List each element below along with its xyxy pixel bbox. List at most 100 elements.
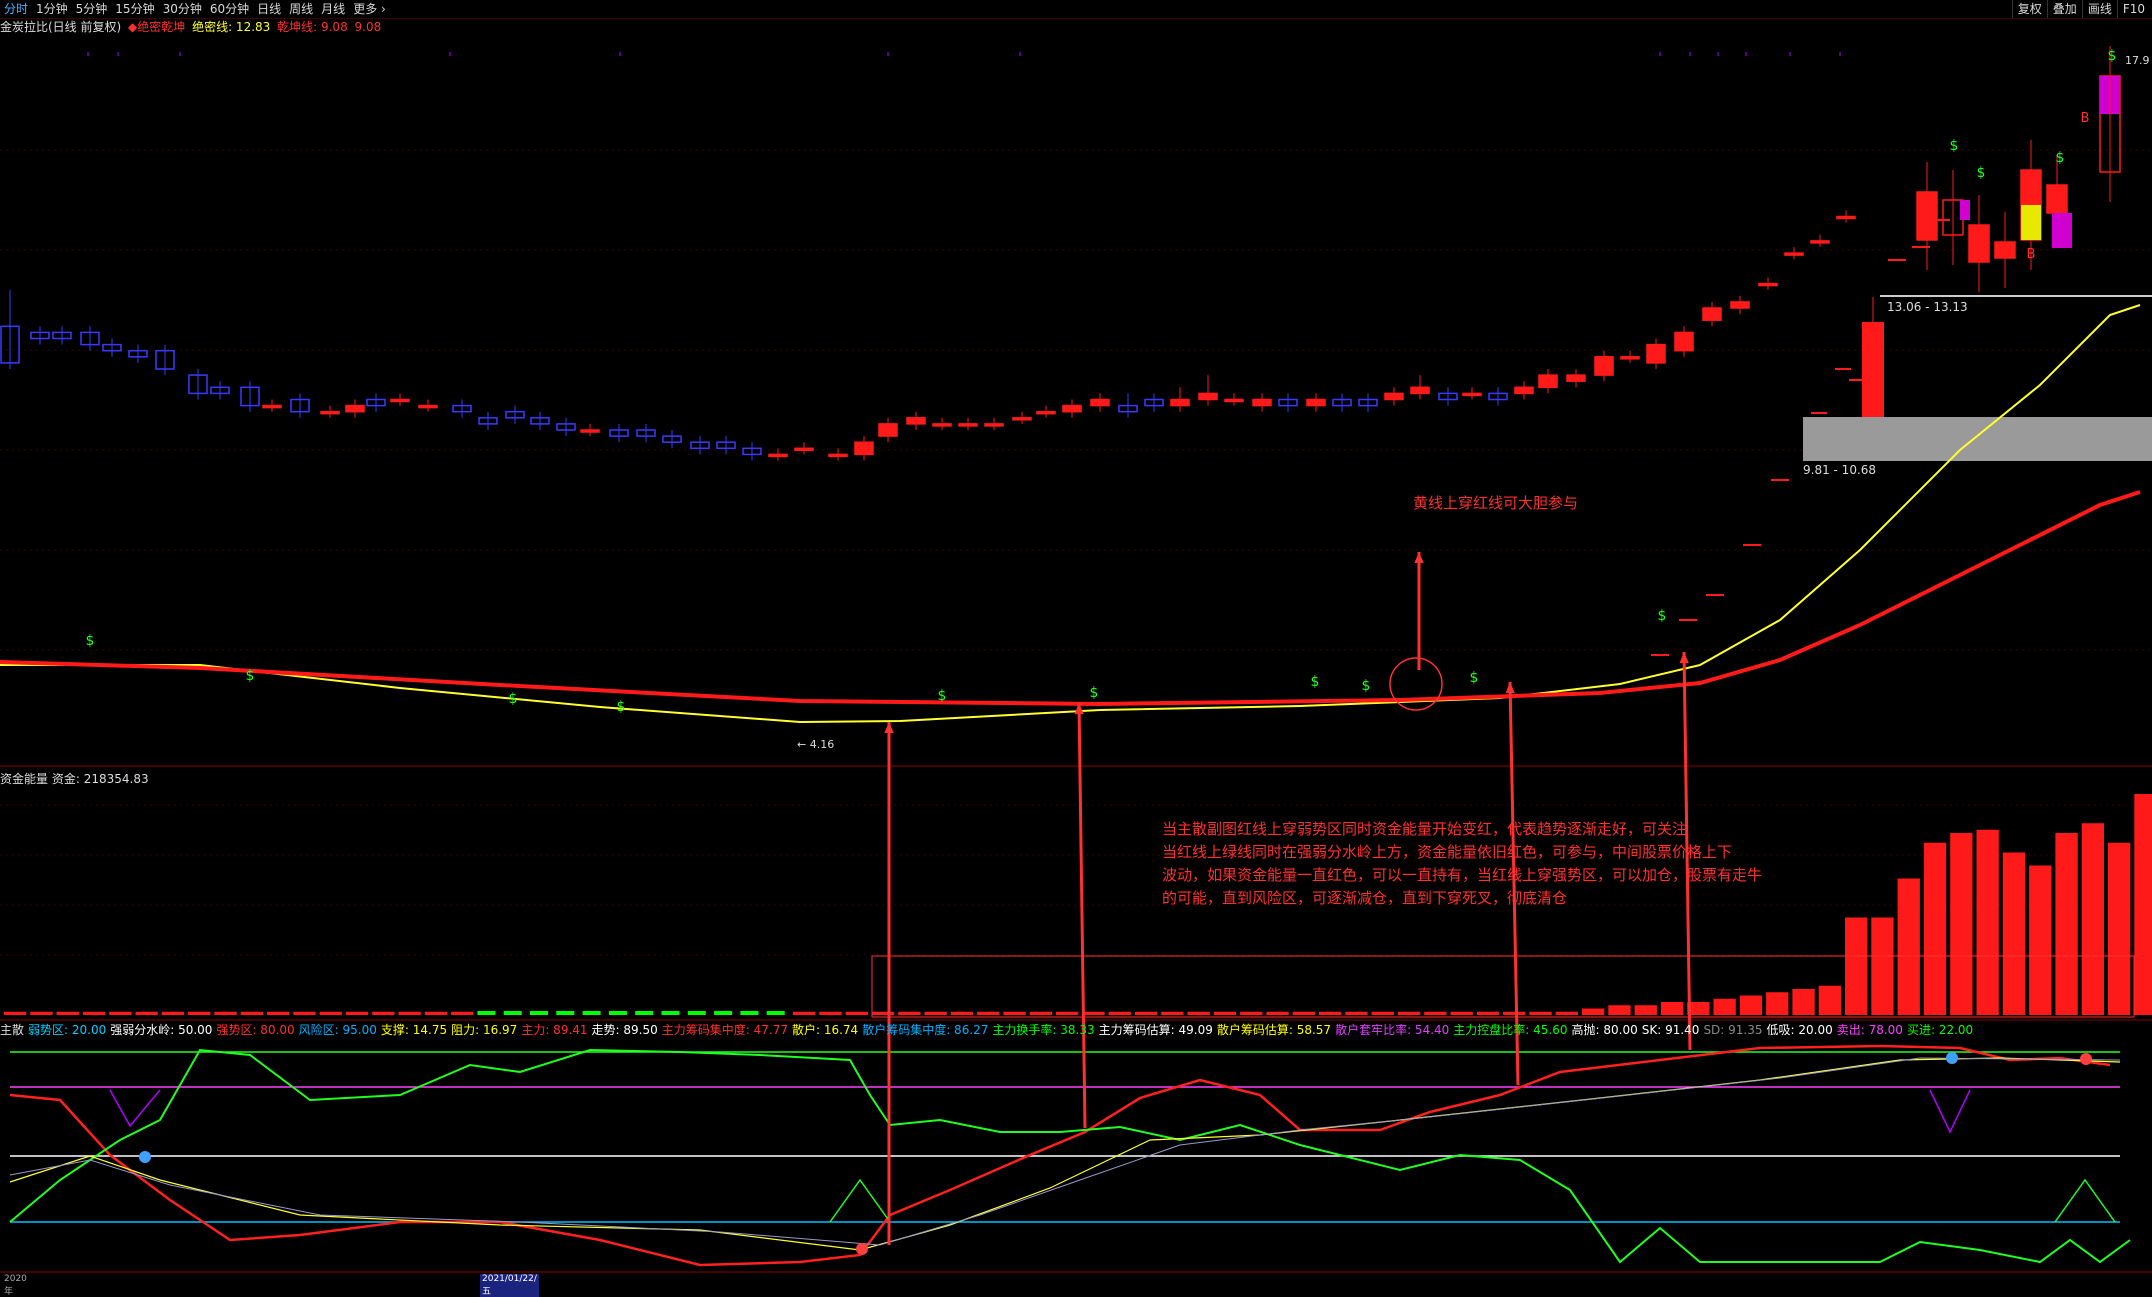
arrow-head xyxy=(884,722,894,734)
toolbar-button[interactable]: F10 xyxy=(2116,0,2150,18)
energy-bar xyxy=(1739,995,1763,1015)
candle-highlight xyxy=(2021,205,2041,240)
indicator-value: 风险区: 95.00 xyxy=(298,1023,377,1037)
energy-bar xyxy=(267,1011,290,1015)
energy-bar xyxy=(1792,989,1815,1015)
candle-body xyxy=(1674,331,1694,352)
buy-signal xyxy=(829,1178,891,1223)
energy-bar xyxy=(1503,1011,1526,1015)
energy-bar xyxy=(556,1011,575,1015)
candle-body xyxy=(1198,392,1218,401)
candle-body xyxy=(1968,224,1990,263)
stock-name: 金炭拉比(日线 前复权) xyxy=(0,20,122,34)
candle-body xyxy=(1514,386,1534,395)
period-tab[interactable]: 日线 xyxy=(253,0,285,18)
candle-body xyxy=(1062,404,1082,413)
low-price-value: 4.16 xyxy=(809,738,835,751)
candle-body xyxy=(958,423,978,427)
dollar-marker: $ xyxy=(1658,608,1667,624)
period-tab[interactable]: 5分钟 xyxy=(72,0,112,18)
candle-body xyxy=(1170,398,1190,407)
period-tab[interactable]: 分时 xyxy=(0,0,32,18)
candle-body xyxy=(1224,398,1244,403)
energy-bar xyxy=(635,1011,654,1015)
dollar-marker: $ xyxy=(1311,674,1320,690)
energy-bar xyxy=(924,1011,947,1015)
period-tab[interactable]: 60分钟 xyxy=(206,0,253,18)
chart-canvas[interactable]: $ $ $ $ $ $ $ $ $ $ $ $ $ $ B B xyxy=(0,0,2152,1283)
candle-body xyxy=(1916,191,1938,241)
candle-body xyxy=(1252,398,1272,407)
period-tab[interactable]: 30分钟 xyxy=(159,0,206,18)
period-tab[interactable]: 月线 xyxy=(317,0,349,18)
candle-body xyxy=(390,398,410,403)
energy-bar xyxy=(1555,1011,1578,1015)
indicator-value: 散户套牢比率: 54.40 xyxy=(1335,1023,1450,1037)
energy-bar xyxy=(1397,1011,1421,1015)
dollar-marker: $ xyxy=(1090,685,1099,701)
energy-bar xyxy=(871,1011,895,1015)
period-tab[interactable]: 周线 xyxy=(285,0,317,18)
cursor-date-label: 2021/01/22/五 xyxy=(480,1274,539,1297)
energy-bar xyxy=(398,1011,421,1015)
indicator-value: 主散 xyxy=(0,1023,25,1037)
dollar-marker: $ xyxy=(2056,150,2065,166)
energy-bar xyxy=(977,1011,1000,1015)
energy-bar xyxy=(109,1011,132,1015)
jm-line-value: 绝密线: 12.83 xyxy=(192,20,271,34)
period-tab[interactable]: 15分钟 xyxy=(111,0,158,18)
energy-bar xyxy=(1187,1011,1210,1015)
candle-body xyxy=(906,417,926,425)
dollar-marker: $ xyxy=(86,633,95,649)
energy-bar xyxy=(687,1011,706,1015)
candle-body xyxy=(1566,374,1586,382)
energy-bar xyxy=(1240,1011,1263,1015)
energy-bar xyxy=(1923,842,1947,1015)
toolbar-button[interactable]: 叠加 xyxy=(2046,0,2082,18)
buy-dot xyxy=(856,1243,868,1255)
qk-line-value: 乾坤线: 9.08 xyxy=(277,20,348,34)
dollar-marker: $ xyxy=(617,699,626,715)
annotation-arrow xyxy=(1077,702,1087,1129)
indicator-value: 低吸: 20.00 xyxy=(1766,1023,1833,1037)
indicator-value: 支撑: 14.75 xyxy=(380,1023,448,1037)
candle-body xyxy=(768,453,788,458)
dollar-marker: $ xyxy=(938,688,947,704)
toolbar-button[interactable]: 画线 xyxy=(2081,0,2117,18)
toolbar-button[interactable]: 复权 xyxy=(2011,0,2047,18)
energy-annotation: 当主散副图红线上穿弱势区同时资金能量开始变红，代表趋势逐渐走好，可关注 当红线上… xyxy=(1162,818,1762,910)
energy-bar xyxy=(1213,1011,1237,1015)
indicator-value: 主力: 89.41 xyxy=(521,1023,588,1037)
indicator-value: SD: 91.35 xyxy=(1703,1023,1763,1037)
energy-bar xyxy=(1634,1005,1657,1015)
indicator-name[interactable]: ◆绝密乾坤 xyxy=(128,20,185,34)
indicator-value: 阻力: 16.97 xyxy=(451,1023,518,1037)
energy-bar xyxy=(1056,1011,1079,1015)
period-tab[interactable]: 更多 › xyxy=(349,0,390,18)
energy-bar xyxy=(740,1011,759,1015)
energy-bar xyxy=(2108,842,2131,1015)
buy-marker: B xyxy=(2027,247,2036,262)
candle-body xyxy=(320,410,340,415)
energy-title: 资金能量 xyxy=(0,772,49,786)
candle-body xyxy=(1012,417,1032,421)
energy-bar xyxy=(2081,823,2104,1015)
candle-body xyxy=(1384,392,1404,401)
high-price-label: 17.9 xyxy=(2125,54,2150,67)
energy-bar xyxy=(714,1011,733,1015)
right-toolbar: 复权 叠加 画线 F10 xyxy=(2011,0,2150,18)
energy-annotation-line: 当红线上绿线同时在强弱分水岭上方，资金能量依旧红色，可参与，中间股票价格上下 xyxy=(1162,843,1733,861)
energy-bar xyxy=(424,1011,448,1015)
candle-body xyxy=(984,423,1004,427)
energy-bar xyxy=(214,1011,237,1015)
energy-bar xyxy=(1818,985,1841,1015)
candle-body xyxy=(1994,241,2016,259)
energy-bar xyxy=(1161,1011,1184,1015)
period-tab[interactable]: 1分钟 xyxy=(32,0,72,18)
energy-bar xyxy=(4,1011,27,1015)
lower-zone-label: 9.81 - 10.68 xyxy=(1803,463,1877,477)
energy-bar xyxy=(1082,1011,1105,1015)
energy-annotation-line: 当主散副图红线上穿弱势区同时资金能量开始变红，代表趋势逐渐走好，可关注 xyxy=(1162,820,1688,838)
energy-bar xyxy=(793,1011,816,1015)
signal-dot xyxy=(1946,1052,1958,1064)
